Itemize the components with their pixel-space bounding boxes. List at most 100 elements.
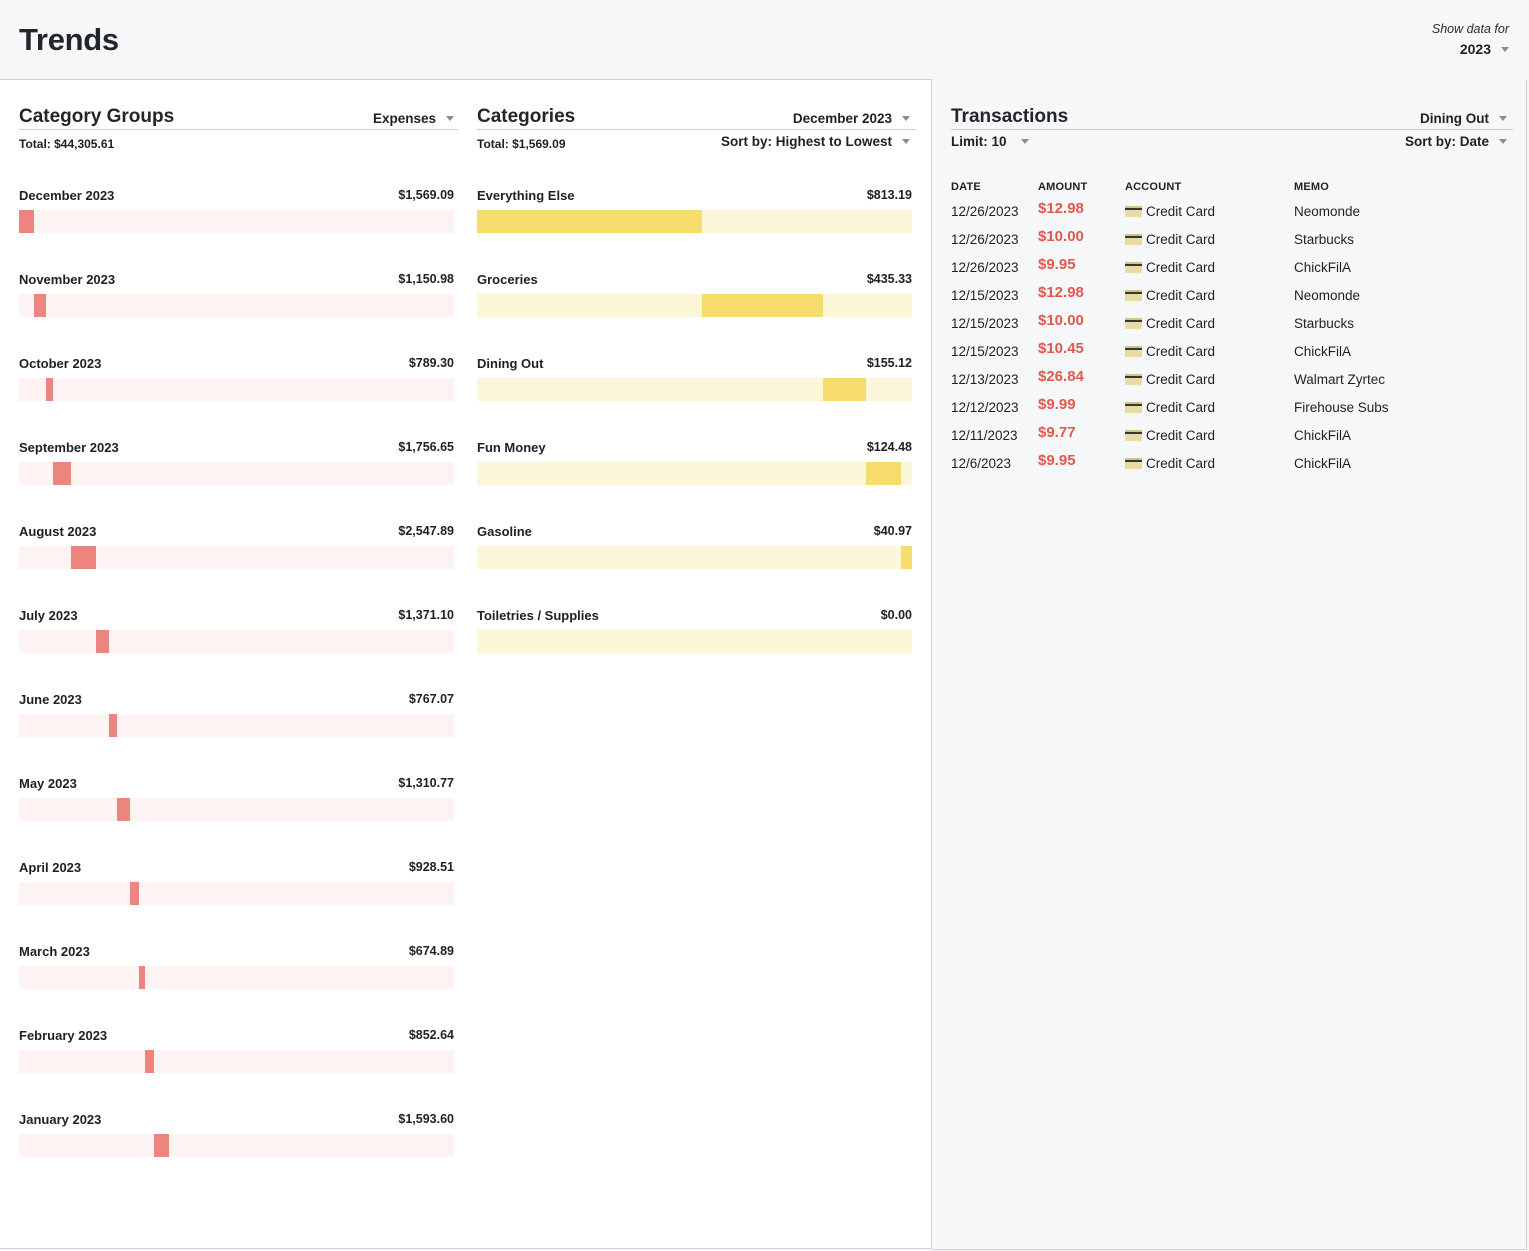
group-bar-row[interactable]: May 2023 $1,310.77 [19,776,454,860]
category-bar-row[interactable]: Toiletries / Supplies $0.00 [477,608,912,692]
bar-label-line: Fun Money $124.48 [477,440,912,462]
bar-value-label: $928.51 [408,860,454,874]
transaction-account-name: Credit Card [1146,231,1216,247]
transaction-memo: Starbucks [1294,231,1355,247]
transaction-row[interactable]: 12/15/2023 $10.45 Credit Card ChickFilA [951,337,1513,365]
caret-down-icon [1020,139,1029,144]
category-bar-row[interactable]: Everything Else $813.19 [477,188,912,272]
year-selector: Show data for 2023 [1432,22,1509,59]
bar-label: Everything Else [477,188,575,203]
bar-value-label: $155.12 [866,356,912,370]
bar-value-label: $852.64 [408,1028,454,1042]
categories-header: Categories December 2023 [477,80,916,130]
month-dropdown-label: December 2023 [792,111,892,126]
group-bar-row[interactable]: December 2023 $1,569.09 [19,188,454,272]
group-bar-row[interactable]: March 2023 $674.89 [19,944,454,1028]
transaction-account-name: Credit Card [1146,315,1216,331]
bar-value-label: $1,756.65 [398,440,454,454]
transaction-memo: ChickFilA [1294,427,1352,443]
bar-segment [116,798,130,821]
caret-down-icon [902,139,910,144]
credit-card-icon [1125,289,1142,301]
bar-label-line: October 2023 $789.30 [19,356,454,378]
expenses-dropdown[interactable]: Expenses [373,111,454,128]
category-bar-row[interactable]: Groceries $435.33 [477,272,912,356]
bar-label: Dining Out [477,356,544,371]
group-bar-row[interactable]: September 2023 $1,756.65 [19,440,454,524]
limit-dropdown[interactable]: Limit: 10 [951,134,1029,151]
page-title: Trends [19,22,119,57]
bar-track [19,462,454,485]
bar-track [477,294,912,317]
transaction-row[interactable]: 12/26/2023 $12.98 Credit Card Neomonde [951,197,1513,225]
transaction-row[interactable]: 12/26/2023 $9.95 Credit Card ChickFilA [951,253,1513,281]
transaction-date: 12/15/2023 [951,315,1019,331]
transaction-memo: Neomonde [1294,203,1361,219]
group-bar-row[interactable]: August 2023 $2,547.89 [19,524,454,608]
bar-label-line: May 2023 $1,310.77 [19,776,454,798]
transaction-row[interactable]: 12/12/2023 $9.99 Credit Card Firehouse Subs [951,393,1513,421]
credit-card-icon [1125,429,1142,441]
bar-label-line: Gasoline $40.97 [477,524,912,546]
transactions-sort-dropdown[interactable]: Sort by: Date [1405,134,1507,151]
bar-segment [109,714,117,737]
transaction-account-name: Credit Card [1146,399,1216,415]
group-bar-row[interactable]: April 2023 $928.51 [19,860,454,944]
transaction-memo: Walmart Zyrtec [1294,371,1385,387]
credit-card-icon [1125,373,1142,385]
group-bar-row[interactable]: June 2023 $767.07 [19,692,454,776]
bar-track [19,714,454,737]
bar-segment [45,378,54,401]
transaction-amount: $12.98 [1038,200,1084,217]
transactions-title: Transactions [951,106,1069,127]
bar-value-label: $2,547.89 [398,524,454,538]
credit-card-icon [1125,401,1142,413]
transaction-account: Credit Card [1125,316,1294,331]
transaction-row[interactable]: 12/6/2023 $9.95 Credit Card ChickFilA [951,449,1513,477]
transaction-row[interactable]: 12/11/2023 $9.77 Credit Card ChickFilA [951,421,1513,449]
bar-label: Gasoline [477,524,532,539]
bar-segment [19,210,35,233]
group-bar-row[interactable]: October 2023 $789.30 [19,356,454,440]
bar-label: June 2023 [19,692,82,707]
bar-segment [900,546,912,569]
transaction-date: 12/26/2023 [951,259,1019,275]
category-bar-row[interactable]: Gasoline $40.97 [477,524,912,608]
bar-label: July 2023 [19,608,78,623]
charts-panel: Category Groups Expenses Total: $44,305.… [0,79,932,1249]
category-bar-row[interactable]: Fun Money $124.48 [477,440,912,524]
group-bar-row[interactable]: January 2023 $1,593.60 [19,1112,454,1196]
group-bar-row[interactable]: July 2023 $1,371.10 [19,608,454,692]
transaction-account: Credit Card [1125,232,1294,247]
transaction-account: Credit Card [1125,372,1294,387]
year-dropdown[interactable]: 2023 [1460,41,1509,57]
month-dropdown[interactable]: December 2023 [793,111,910,128]
bar-segment [702,294,824,317]
transactions-category-dropdown[interactable]: Dining Out [1420,111,1507,128]
bar-segment [129,882,139,905]
group-bar-row[interactable]: February 2023 $852.64 [19,1028,454,1112]
categories-title: Categories [477,106,576,127]
group-bar-row[interactable]: November 2023 $1,150.98 [19,272,454,356]
transaction-date: 12/26/2023 [951,203,1019,219]
bar-track [19,882,454,905]
year-value: 2023 [1459,41,1491,57]
transaction-row[interactable]: 12/15/2023 $12.98 Credit Card Neomonde [951,281,1513,309]
transaction-row[interactable]: 12/15/2023 $10.00 Credit Card Starbucks [951,309,1513,337]
bar-segment [823,378,867,401]
bar-track [19,294,454,317]
category-bar-row[interactable]: Dining Out $155.12 [477,356,912,440]
transaction-memo: Firehouse Subs [1294,399,1389,415]
transaction-row[interactable]: 12/26/2023 $10.00 Credit Card Starbucks [951,225,1513,253]
transaction-account: Credit Card [1125,456,1294,471]
bar-value-label: $813.19 [866,188,912,202]
transaction-amount: $10.45 [1038,340,1084,357]
limit-label: Limit: 10 [951,134,1007,149]
caret-down-icon [902,116,910,121]
category-sort-dropdown[interactable]: Sort by: Highest to Lowest [721,134,910,151]
transaction-date: 12/11/2023 [951,427,1018,443]
transaction-date: 12/26/2023 [951,231,1019,247]
transaction-row[interactable]: 12/13/2023 $26.84 Credit Card Walmart Zyrte… [951,365,1513,393]
category-sort-label: Sort by: Highest to Lowest [720,134,892,149]
bar-track [19,546,454,569]
